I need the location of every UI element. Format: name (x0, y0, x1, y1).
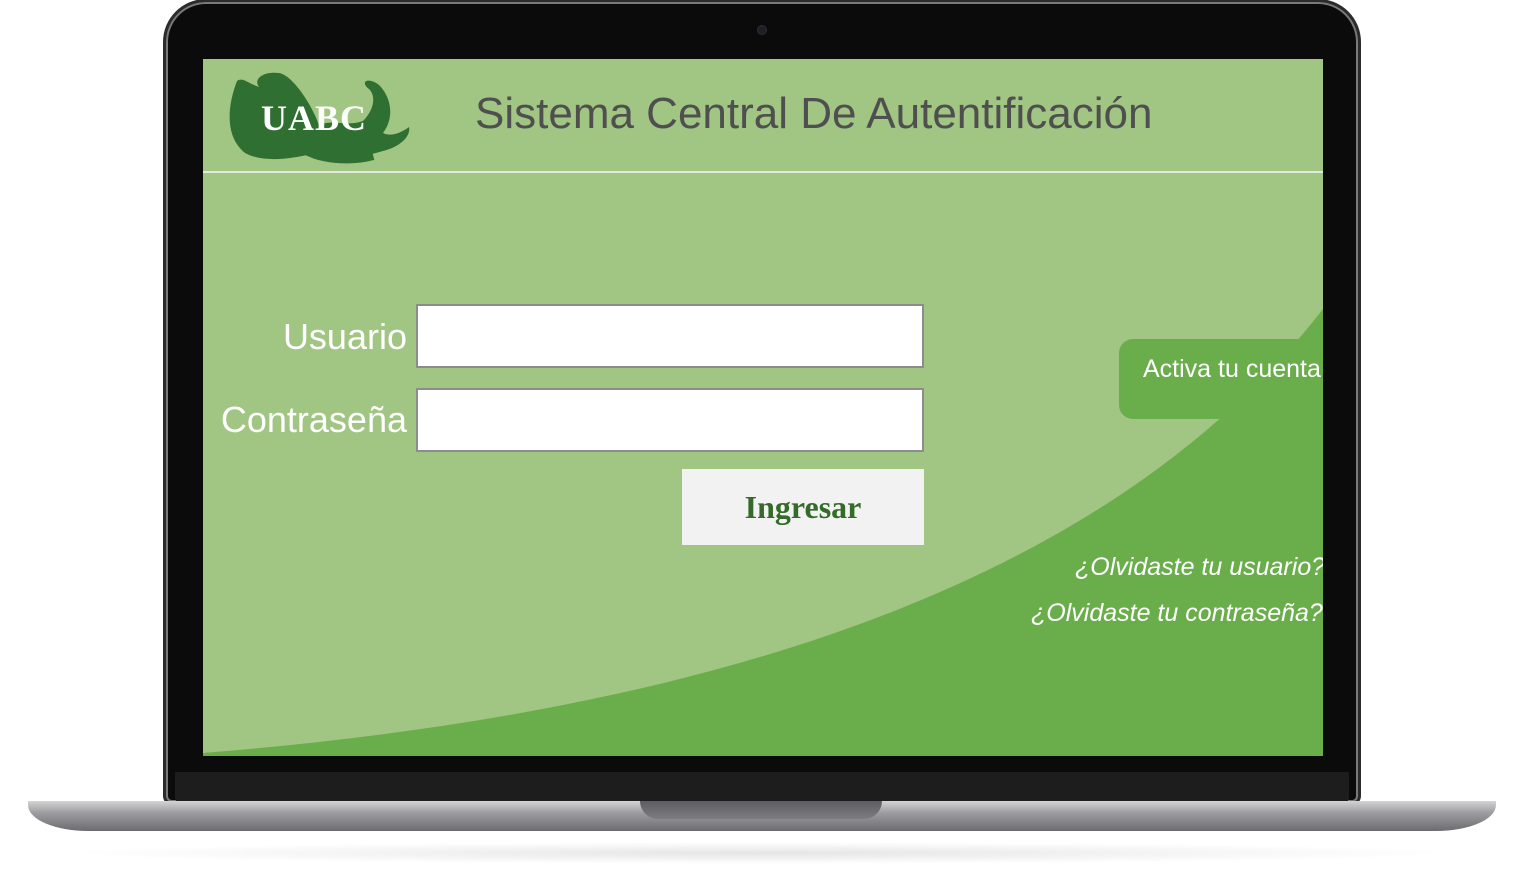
username-input[interactable] (416, 304, 924, 368)
login-button[interactable]: Ingresar (682, 469, 924, 545)
page-header: UABC Sistema Central De Autentificación (203, 59, 1323, 173)
laptop-hinge (175, 772, 1349, 802)
laptop-shadow (60, 842, 1464, 864)
laptop-notch (640, 801, 882, 819)
password-input[interactable] (416, 388, 924, 452)
forgot-username-link[interactable]: ¿Olvidaste tu usuario? (1075, 553, 1323, 582)
login-screen: UABC Sistema Central De Autentificación … (203, 59, 1323, 756)
uabc-logo: UABC (223, 67, 413, 167)
password-label: Contraseña (220, 399, 407, 440)
page-title: Sistema Central De Autentificación (475, 89, 1153, 138)
username-label: Usuario (282, 316, 407, 357)
activate-account-button[interactable]: Activa tu cuenta (1119, 339, 1323, 419)
logo-text: UABC (261, 98, 368, 138)
forgot-password-link[interactable]: ¿Olvidaste tu contraseña? (1031, 599, 1323, 628)
camera-icon (758, 26, 766, 34)
